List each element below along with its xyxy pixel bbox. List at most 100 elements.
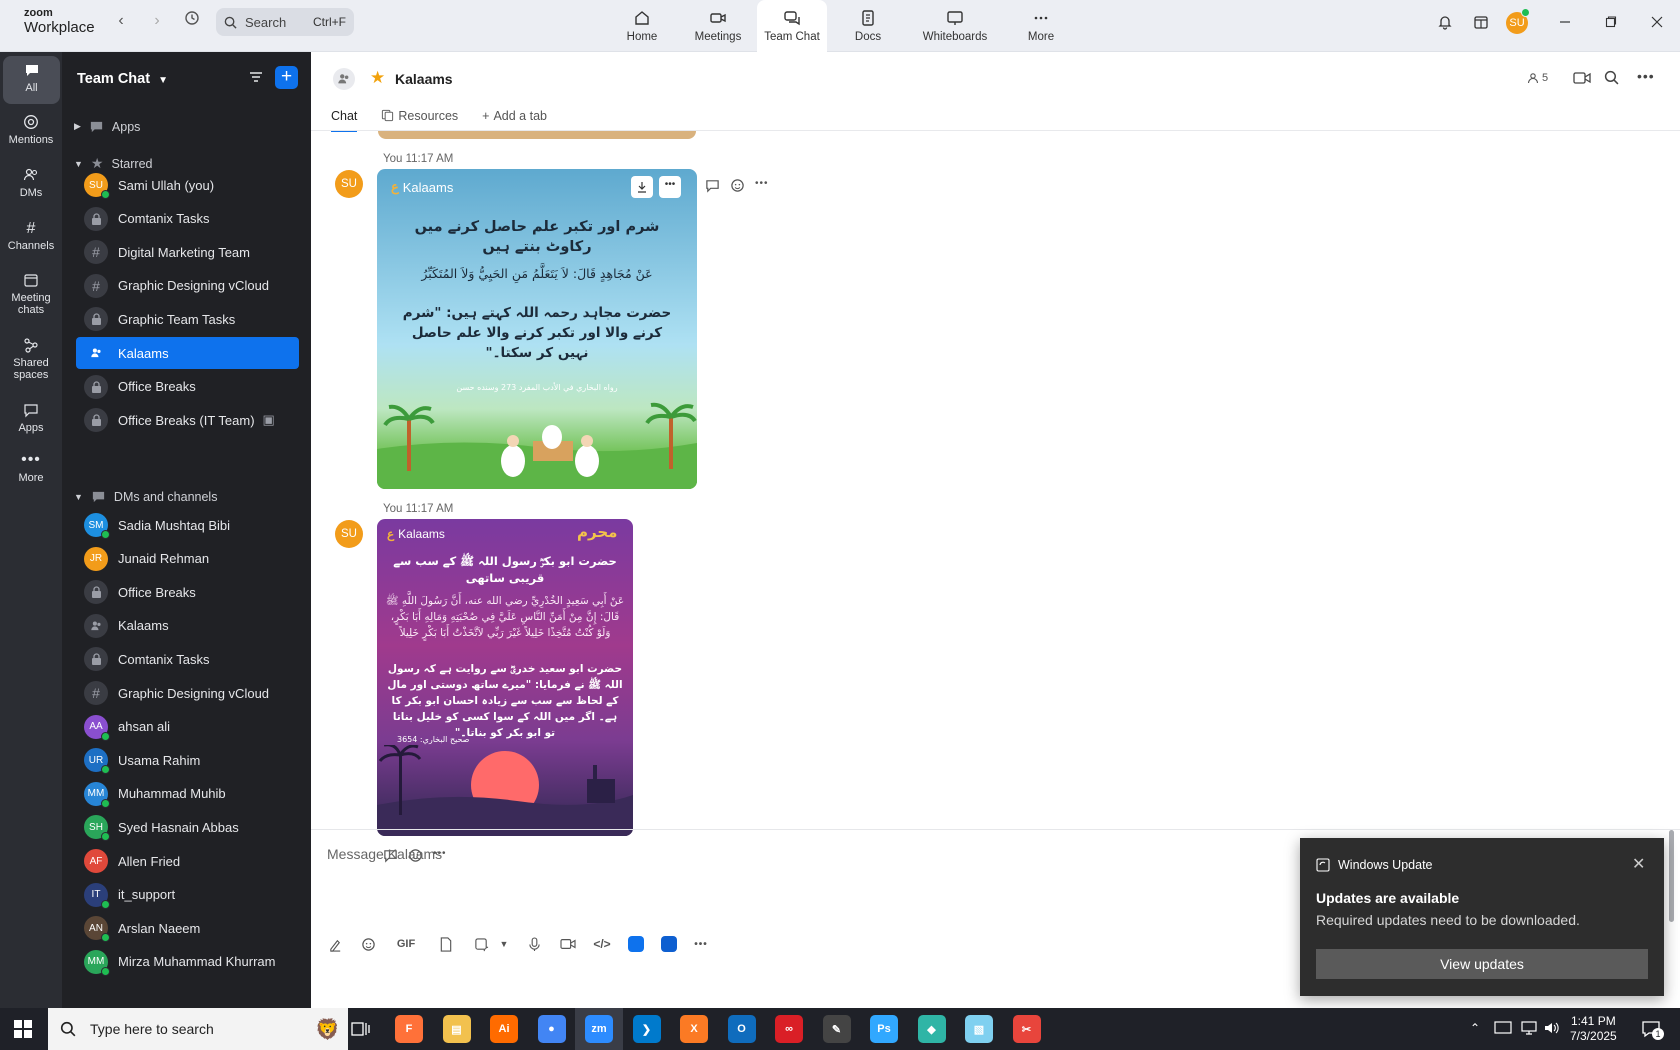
sidebar-item[interactable]: IT it_support [76, 879, 299, 911]
sidebar-item[interactable]: UR Usama Rahim [76, 744, 299, 776]
tab-home[interactable]: Home [621, 0, 663, 52]
favorite-star-icon[interactable]: ★ [370, 68, 385, 88]
sidebar-item[interactable]: Kalaams [76, 337, 299, 369]
tray-app-icon[interactable] [1494, 1020, 1512, 1039]
section-apps[interactable]: ▶ Apps [74, 119, 140, 134]
tab-chat[interactable]: Chat [331, 109, 358, 132]
sidebar-title[interactable]: Team Chat ▼ [77, 71, 168, 87]
minimize-icon[interactable] [1550, 10, 1580, 34]
sidebar-item[interactable]: Office Breaks [76, 576, 299, 608]
taskbar-search[interactable]: Type here to search 🦁 [48, 1008, 348, 1050]
sidebar-item[interactable]: SU Sami Ullah (you) [76, 169, 299, 201]
app-chat-icon[interactable] [659, 934, 679, 954]
rail-meeting-chats[interactable]: Meeting chats [0, 272, 62, 316]
rail-more[interactable]: ••• More [0, 452, 62, 485]
reply-icon[interactable] [705, 178, 720, 193]
sidebar-item[interactable]: SM Sadia Mushtaq Bibi [76, 509, 299, 541]
sidebar-item[interactable]: # Digital Marketing Team [76, 236, 299, 268]
taskbar-app-icon[interactable]: Ai [490, 1015, 518, 1043]
app-blue-icon[interactable] [626, 934, 646, 954]
sidebar-item[interactable]: # Graphic Designing vCloud [76, 677, 299, 709]
tab-more[interactable]: More [1026, 0, 1056, 52]
composer-more-icon[interactable]: ••• [691, 934, 711, 954]
taskbar-app-icon[interactable]: ✎ [822, 1015, 851, 1043]
gif-button[interactable]: GIF [391, 934, 421, 954]
sidebar-item[interactable]: SH Syed Hasnain Abbas [76, 811, 299, 843]
taskbar-app-icon[interactable]: X [680, 1015, 708, 1043]
sidebar-item[interactable]: AN Arslan Naeem [76, 912, 299, 944]
section-dms[interactable]: ▼ DMs and channels [74, 489, 217, 504]
taskbar-app-icon[interactable]: ∞ [775, 1015, 803, 1043]
emoji-icon[interactable] [730, 178, 745, 193]
message-avatar[interactable]: SU [335, 170, 363, 198]
message-image-card[interactable]: ع Kalaams ••• شرم اور تکبر علم حاصل کرنے… [377, 169, 697, 489]
taskbar-app-icon[interactable]: ▧ [965, 1015, 993, 1043]
channel-more-icon[interactable]: ••• [1637, 68, 1655, 84]
video-message-icon[interactable] [558, 934, 578, 954]
emoji-icon[interactable] [358, 934, 378, 954]
tab-meetings[interactable]: Meetings [690, 0, 746, 52]
message-scrollbar[interactable] [1666, 170, 1676, 922]
download-icon[interactable] [631, 176, 653, 198]
tab-docs[interactable]: Docs [852, 0, 884, 52]
taskbar-app-icon[interactable]: zm [585, 1015, 613, 1043]
code-snippet-icon[interactable]: </> [592, 934, 612, 954]
file-icon[interactable] [436, 934, 456, 954]
back-icon[interactable]: ‹ [110, 10, 132, 32]
sidebar-item[interactable]: Graphic Team Tasks [76, 303, 299, 335]
tab-whiteboards[interactable]: Whiteboards [919, 0, 991, 52]
taskbar-clock[interactable]: 1:41 PM 7/3/2025 [1570, 1014, 1617, 1044]
taskbar-app-icon[interactable]: ● [537, 1015, 566, 1043]
tray-chevron-icon[interactable]: ⌃ [1470, 1021, 1480, 1035]
rail-mentions[interactable]: Mentions [0, 114, 62, 146]
new-chat-button[interactable]: + [275, 66, 298, 89]
taskbar-app-icon[interactable]: ❯ [632, 1015, 661, 1043]
message-image-card[interactable]: ع Kalaams محرم حضرت ابو بکرؓ رسول اللہ ﷺ… [377, 519, 633, 836]
search-box[interactable]: Search Ctrl+F [216, 8, 354, 36]
close-icon[interactable] [1642, 10, 1672, 34]
toast-close-icon[interactable]: ✕ [1632, 854, 1645, 874]
sidebar-item[interactable]: Office Breaks (IT Team) ▣ [76, 404, 299, 436]
sidebar-item[interactable]: MM Muhammad Muhib [76, 778, 299, 810]
taskbar-app-icon[interactable]: Ps [870, 1015, 898, 1043]
bell-icon[interactable] [1430, 10, 1460, 34]
rail-apps[interactable]: Apps [0, 402, 62, 434]
calendar-icon[interactable] [1466, 10, 1496, 34]
microphone-icon[interactable] [524, 934, 544, 954]
filter-icon[interactable] [248, 69, 264, 88]
taskbar-app-icon[interactable]: F [395, 1015, 423, 1043]
image-more-icon[interactable]: ••• [659, 176, 681, 198]
task-view-icon[interactable] [350, 1019, 370, 1042]
rail-all[interactable]: All [3, 56, 60, 104]
sidebar-item[interactable]: Kalaams [76, 610, 299, 642]
message-more-icon[interactable]: ••• [755, 178, 769, 193]
sidebar-item[interactable]: AF Allen Fried [76, 845, 299, 877]
volume-icon[interactable] [1543, 1020, 1561, 1039]
notifications-icon[interactable]: 1 [1641, 1019, 1664, 1042]
rail-shared-spaces[interactable]: Shared spaces [0, 337, 62, 381]
tab-resources[interactable]: Resources [381, 109, 458, 132]
sidebar-item[interactable]: JR Junaid Rehman [76, 543, 299, 575]
sidebar-item[interactable]: # Graphic Designing vCloud [76, 270, 299, 302]
tab-add[interactable]: + Add a tab [482, 109, 547, 132]
sidebar-item[interactable]: Comtanix Tasks [76, 643, 299, 675]
maximize-icon[interactable] [1596, 10, 1626, 34]
network-icon[interactable] [1520, 1020, 1538, 1039]
channel-title[interactable]: Kalaams [395, 71, 453, 87]
taskbar-app-icon[interactable]: ✂ [1012, 1015, 1041, 1043]
forward-icon[interactable]: › [146, 10, 168, 32]
sidebar-item[interactable]: MM Mirza Muhammad Khurram [76, 946, 299, 978]
screenshot-icon[interactable] [471, 934, 491, 954]
rail-channels[interactable]: # Channels [0, 220, 62, 252]
taskbar-app-icon[interactable]: O [727, 1015, 756, 1043]
view-updates-button[interactable]: View updates [1316, 949, 1648, 979]
message-avatar[interactable]: SU [335, 520, 363, 548]
format-icon[interactable] [325, 934, 345, 954]
channel-search-icon[interactable] [1604, 70, 1619, 88]
sidebar-item[interactable]: Office Breaks [76, 371, 299, 403]
screenshot-chevron-icon[interactable]: ▼ [494, 934, 514, 954]
sidebar-item[interactable]: AA ahsan ali [76, 711, 299, 743]
rail-dms[interactable]: DMs [0, 167, 62, 199]
members-button[interactable]: 5 [1527, 72, 1548, 84]
tab-team-chat[interactable]: Team Chat [757, 0, 827, 52]
